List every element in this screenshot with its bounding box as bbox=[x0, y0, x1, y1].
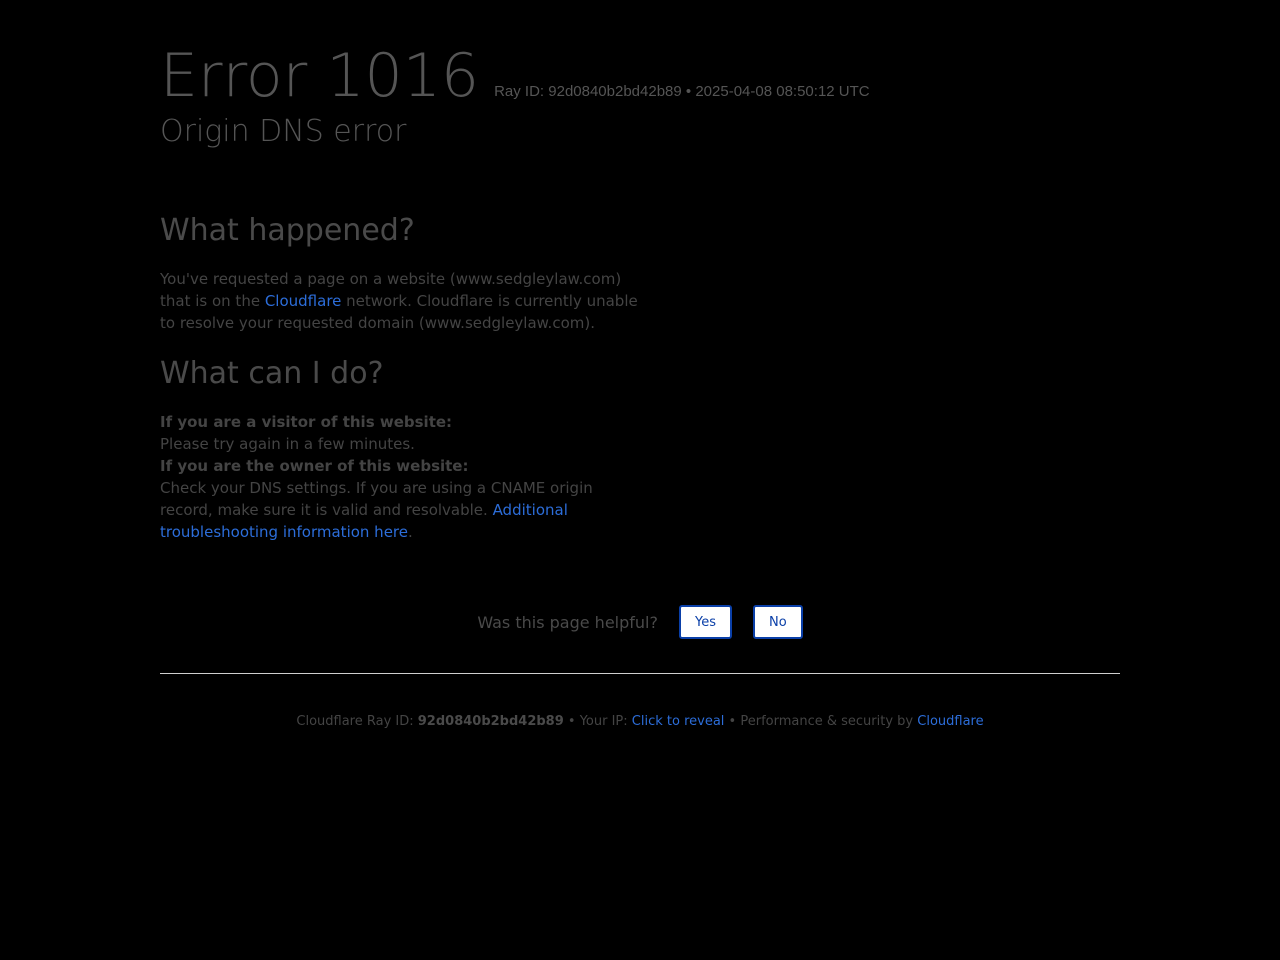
owner-text: Check your DNS settings. If you are usin… bbox=[160, 477, 650, 543]
footer-sep-1: • bbox=[563, 714, 580, 729]
feedback-no-button[interactable]: No bbox=[752, 605, 803, 639]
error-timestamp: 2025-04-08 08:50:12 UTC bbox=[695, 83, 870, 100]
what-can-i-do-body: If you are a visitor of this website: Pl… bbox=[160, 411, 650, 543]
error-code-title: Error 1016 bbox=[160, 41, 480, 111]
footer-perf-label: Performance & security by bbox=[740, 714, 918, 729]
error-header: Error 1016 Ray ID: 92d0840b2bd42b89 • 20… bbox=[160, 40, 1120, 150]
reveal-ip-link[interactable]: Click to reveal bbox=[632, 714, 725, 729]
what-can-i-do-heading: What can I do? bbox=[160, 356, 384, 391]
owner-label: If you are the owner of this website: bbox=[160, 457, 469, 475]
footer-sep-2: • bbox=[724, 714, 741, 729]
feedback-question: Was this page helpful? bbox=[477, 612, 658, 632]
footer-ray-label: Cloudflare Ray ID: bbox=[296, 714, 418, 729]
footer: Cloudflare Ray ID: 92d0840b2bd42b89 • Yo… bbox=[0, 714, 1280, 729]
footer-divider bbox=[160, 673, 1120, 674]
what-happened-heading: What happened? bbox=[160, 213, 415, 248]
what-happened-text: You've requested a page on a website (ww… bbox=[160, 268, 650, 334]
ray-info: Ray ID: 92d0840b2bd42b89 • 2025-04-08 08… bbox=[494, 83, 870, 100]
visitor-label: If you are a visitor of this website: bbox=[160, 413, 453, 431]
visitor-text: Please try again in a few minutes. bbox=[160, 435, 415, 453]
footer-cloudflare-link[interactable]: Cloudflare bbox=[917, 714, 983, 729]
ray-id-text: Ray ID: 92d0840b2bd42b89 bbox=[494, 83, 682, 100]
owner-text-suffix: . bbox=[407, 523, 413, 541]
ray-separator: • bbox=[685, 83, 692, 100]
cloudflare-link[interactable]: Cloudflare bbox=[265, 292, 342, 310]
title-row: Error 1016 Ray ID: 92d0840b2bd42b89 • 20… bbox=[160, 40, 1120, 112]
what-happened-section: What happened? You've requested a page o… bbox=[160, 213, 650, 334]
feedback-yes-button[interactable]: Yes bbox=[678, 605, 732, 639]
feedback-bar: Was this page helpful? Yes No bbox=[0, 605, 1280, 639]
what-can-i-do-section: What can I do? If you are a visitor of t… bbox=[160, 356, 650, 543]
footer-ray-id: 92d0840b2bd42b89 bbox=[417, 714, 564, 729]
error-subtitle: Origin DNS error bbox=[160, 114, 407, 149]
footer-ip-label: Your IP: bbox=[579, 714, 632, 729]
